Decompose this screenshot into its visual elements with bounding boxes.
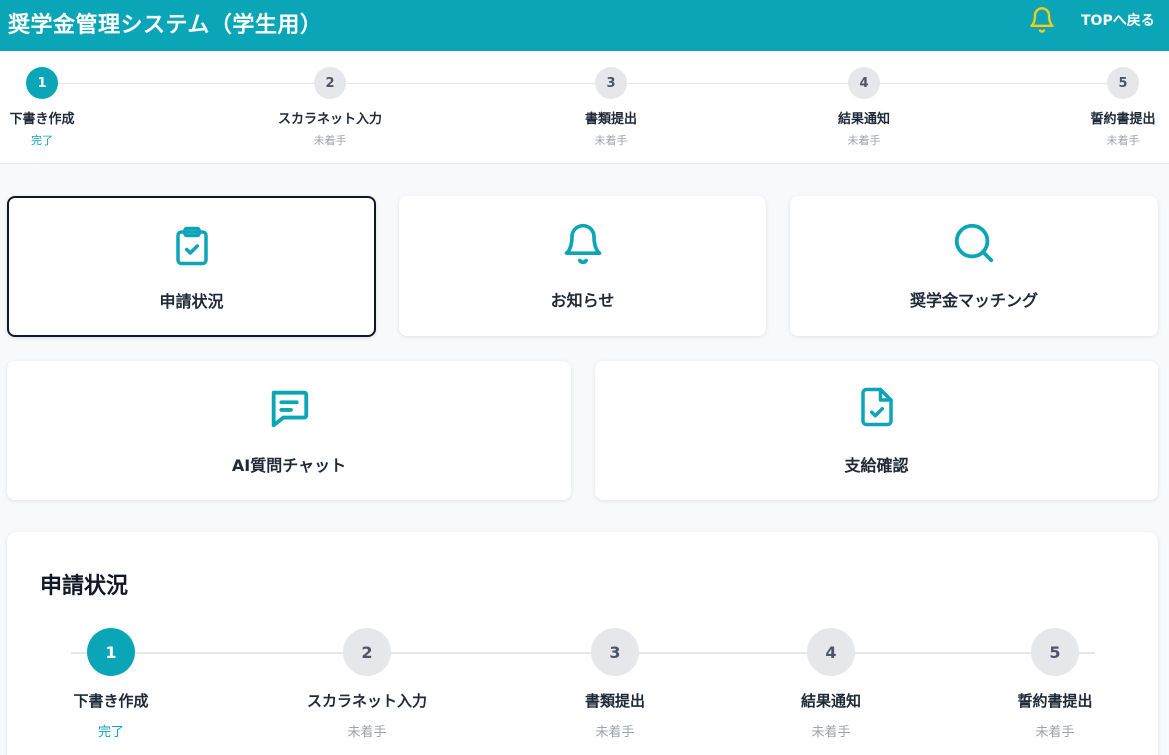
card-application-status[interactable]: 申請状況 xyxy=(7,196,376,337)
top-back-link[interactable]: TOPへ戻る xyxy=(1081,10,1155,30)
step-number: 3 xyxy=(591,628,639,676)
app-header: 奨学金管理システム（学生用） TOPへ戻る xyxy=(0,0,1169,51)
step-label: スカラネット入力 xyxy=(277,112,383,127)
bell-icon[interactable] xyxy=(1028,6,1056,34)
step-number: 3 xyxy=(595,67,627,99)
stepper-line xyxy=(42,83,1123,84)
card-scholarship-matching[interactable]: 奨学金マッチング xyxy=(790,196,1158,336)
bell-icon xyxy=(561,220,605,272)
step-label: 書類提出 xyxy=(584,112,638,127)
step-number: 1 xyxy=(87,628,135,676)
step-number: 2 xyxy=(343,628,391,676)
card-label: お知らせ xyxy=(550,291,615,310)
card-label: AI質問チャット xyxy=(231,456,347,475)
card-notices[interactable]: お知らせ xyxy=(399,196,766,336)
step-number: 2 xyxy=(314,67,346,99)
step-number: 4 xyxy=(848,67,880,99)
card-label: 申請状況 xyxy=(159,292,224,311)
application-status-panel: 申請状況 1 下書き作成 完了 2 スカラネット入力 未着手 3 書類提出 未着… xyxy=(7,532,1158,755)
step-status: 未着手 xyxy=(811,725,851,740)
clipboard-check-icon xyxy=(171,222,213,274)
step-status: 未着手 xyxy=(1035,725,1075,740)
stepper-line xyxy=(71,652,1095,654)
step-number: 5 xyxy=(1031,628,1079,676)
step-number: 5 xyxy=(1107,67,1139,99)
step-label: 下書き作成 xyxy=(73,692,149,710)
step-label: スカラネット入力 xyxy=(306,692,428,710)
card-label: 奨学金マッチング xyxy=(909,291,1038,310)
step-status: 未着手 xyxy=(347,725,387,740)
step-status: 未着手 xyxy=(595,725,635,740)
chat-icon xyxy=(266,385,312,435)
card-payment-confirmation[interactable]: 支給確認 xyxy=(595,361,1158,500)
panel-title: 申請状況 xyxy=(40,574,129,599)
step-label: 書類提出 xyxy=(584,692,646,710)
card-label: 支給確認 xyxy=(844,456,909,475)
step-status: 完了 xyxy=(97,725,125,740)
step-label: 結果通知 xyxy=(837,112,891,127)
step-status: 未着手 xyxy=(847,134,881,147)
step-status: 完了 xyxy=(31,134,53,147)
step-label: 結果通知 xyxy=(800,692,862,710)
app-title: 奨学金管理システム（学生用） xyxy=(8,13,323,38)
step-number: 4 xyxy=(807,628,855,676)
step-label: 誓約書提出 xyxy=(1090,112,1156,127)
progress-stepper: 1 下書き作成 完了 2 スカラネット入力 未着手 3 書類提出 未着手 4 結… xyxy=(0,51,1169,164)
search-icon xyxy=(951,220,997,270)
step-status: 未着手 xyxy=(1106,134,1140,147)
document-check-icon xyxy=(856,383,898,435)
step-status: 未着手 xyxy=(313,134,347,147)
step-label: 下書き作成 xyxy=(9,112,75,127)
step-label: 誓約書提出 xyxy=(1017,692,1093,710)
step-number: 1 xyxy=(26,67,58,99)
card-ai-chat[interactable]: AI質問チャット xyxy=(7,361,571,500)
step-status: 未着手 xyxy=(594,134,628,147)
